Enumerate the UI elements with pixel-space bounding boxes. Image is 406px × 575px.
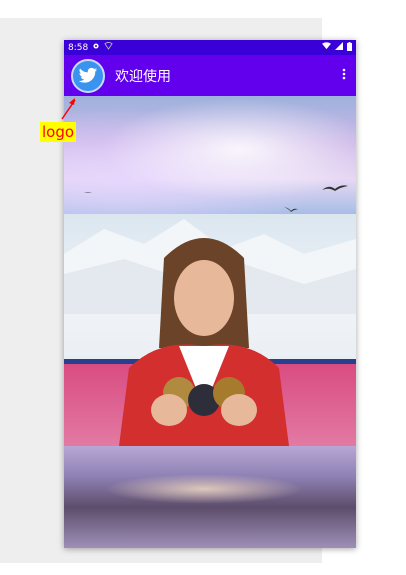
water-reflection-image xyxy=(64,446,356,548)
status-time: 8:58 xyxy=(68,42,89,53)
cell-signal-icon xyxy=(335,42,343,53)
athlete-figure xyxy=(119,238,289,446)
bird-icon xyxy=(84,192,92,193)
sky-with-birds-image xyxy=(64,96,356,214)
battery-icon xyxy=(347,41,352,54)
overflow-menu-icon[interactable] xyxy=(342,68,346,83)
signal-outline-icon xyxy=(104,42,113,53)
gear-icon xyxy=(92,42,100,53)
annotation-logo-label: logo xyxy=(40,122,77,142)
app-title: 欢迎使用 xyxy=(115,68,171,85)
wifi-icon xyxy=(322,42,331,53)
twitter-bird-icon[interactable] xyxy=(71,58,105,93)
phone-screen: 8:58 欢迎使用 xyxy=(64,40,356,548)
app-bar: 欢迎使用 xyxy=(64,55,356,96)
status-bar: 8:58 xyxy=(64,40,356,55)
athlete-with-medals-image xyxy=(64,214,356,446)
bird-icon xyxy=(284,207,298,212)
bird-icon xyxy=(322,185,348,191)
light-reflection xyxy=(104,474,304,504)
